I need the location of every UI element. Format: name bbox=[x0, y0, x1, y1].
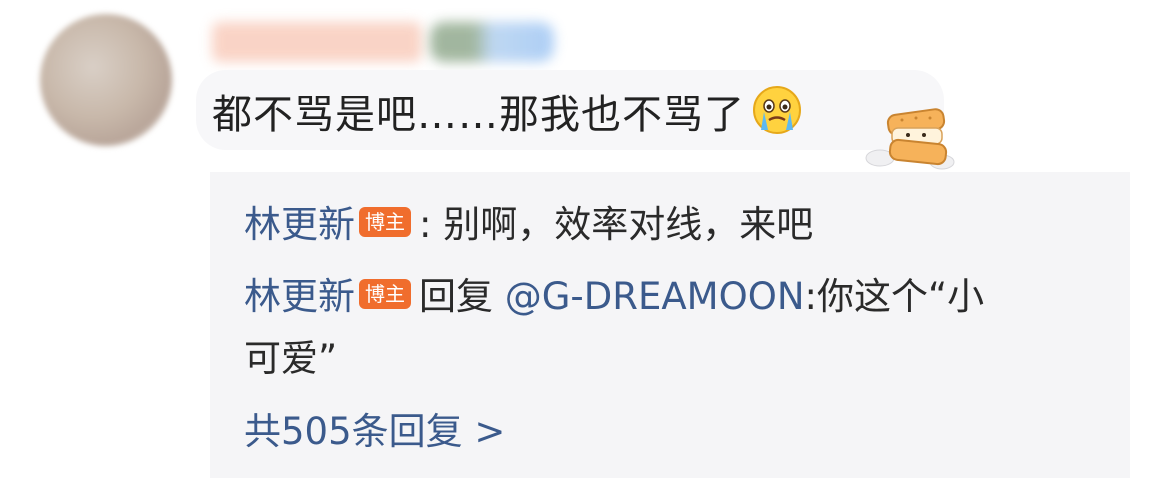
comment-body: 都不骂是吧……那我也不骂了 bbox=[212, 92, 745, 138]
author-badge: 博主 bbox=[359, 279, 411, 309]
crying-face-icon bbox=[753, 86, 801, 134]
sandwich-cookie-dog-sticker bbox=[865, 108, 955, 170]
avatar[interactable] bbox=[40, 14, 172, 146]
username-blurred[interactable] bbox=[212, 22, 422, 62]
reply-text: 可爱” bbox=[244, 337, 338, 380]
reply-prefix: 回复 bbox=[419, 275, 505, 318]
reply-text: :你这个“小 bbox=[804, 275, 985, 318]
author-badge: 博主 bbox=[359, 207, 411, 237]
reply-item[interactable]: 林更新 博主 : 别啊，效率对线，来吧 bbox=[244, 198, 813, 252]
mention-link[interactable]: @G-DREAMOON bbox=[505, 275, 805, 318]
reply-author-name[interactable]: 林更新 bbox=[244, 203, 355, 246]
view-all-replies-link[interactable]: 共505条回复 > bbox=[244, 405, 505, 459]
comment-text: 都不骂是吧……那我也不骂了 bbox=[212, 84, 803, 143]
reply-item[interactable]: 林更新 博主 回复 @G-DREAMOON:你这个“小 bbox=[244, 270, 984, 324]
user-badge-blurred bbox=[430, 22, 554, 62]
reply-text: : 别啊，效率对线，来吧 bbox=[419, 203, 814, 246]
reply-text-continuation: 可爱” bbox=[244, 332, 337, 386]
reply-author-name[interactable]: 林更新 bbox=[244, 275, 355, 318]
